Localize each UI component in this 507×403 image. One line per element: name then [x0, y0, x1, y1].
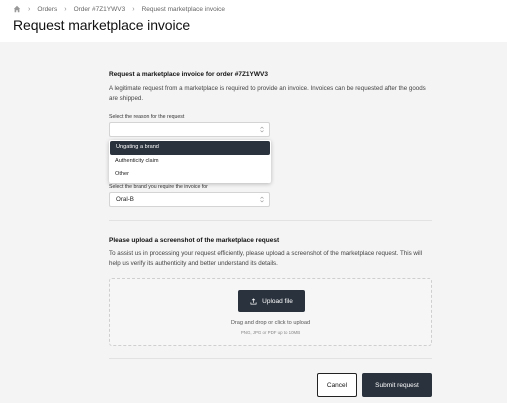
section-divider	[109, 220, 432, 221]
upload-file-label: Upload file	[262, 297, 293, 305]
chevron-right-icon: ›	[64, 5, 67, 13]
cancel-button[interactable]: Cancel	[317, 373, 357, 397]
brand-label: Select the brand you require the invoice…	[109, 184, 208, 190]
page-header: › Orders › Order #7Z1YWV3 › Request mark…	[0, 0, 507, 42]
reason-select[interactable]	[109, 122, 270, 137]
drop-text: Drag and drop or click to upload	[230, 320, 311, 326]
breadcrumb-order[interactable]: Order #7Z1YWV3	[74, 6, 126, 13]
reason-option-ungating[interactable]: Ungating a brand	[110, 141, 270, 155]
actions-divider	[109, 358, 432, 359]
upload-icon	[250, 297, 257, 304]
home-icon[interactable]	[13, 5, 21, 13]
breadcrumb-orders[interactable]: Orders	[37, 6, 57, 13]
breadcrumb: › Orders › Order #7Z1YWV3 › Request mark…	[13, 5, 225, 13]
reason-option-other[interactable]: Other	[109, 168, 271, 182]
brand-select-value: Oral-B	[116, 196, 134, 203]
breadcrumb-current: Request marketplace invoice	[141, 5, 226, 13]
page-title: Request marketplace invoice	[13, 17, 191, 33]
upload-section-description: To assist us in processing your request …	[109, 250, 422, 267]
reason-option-authenticity[interactable]: Authenticity claim	[109, 155, 271, 169]
select-arrows-icon	[260, 196, 264, 203]
reason-dropdown: Ungating a brand Authenticity claim Othe…	[109, 140, 271, 183]
request-section-title: Request a marketplace invoice for order …	[109, 71, 268, 78]
chevron-right-icon: ›	[28, 5, 31, 13]
submit-request-button[interactable]: Submit request	[362, 373, 432, 397]
upload-section-title: Please upload a screenshot of the market…	[109, 237, 280, 244]
drop-subtext: PNG, JPG or PDF up to 10MB	[240, 330, 301, 335]
select-arrows-icon	[260, 126, 264, 133]
request-section-description: A legitimate request from a marketplace …	[109, 85, 426, 102]
chevron-right-icon: ›	[132, 5, 135, 13]
brand-select[interactable]: Oral-B	[109, 192, 270, 207]
upload-dropzone[interactable]: Upload file Drag and drop or click to up…	[109, 278, 432, 346]
upload-file-button[interactable]: Upload file	[238, 290, 305, 312]
reason-label: Select the reason for the request	[109, 114, 185, 120]
